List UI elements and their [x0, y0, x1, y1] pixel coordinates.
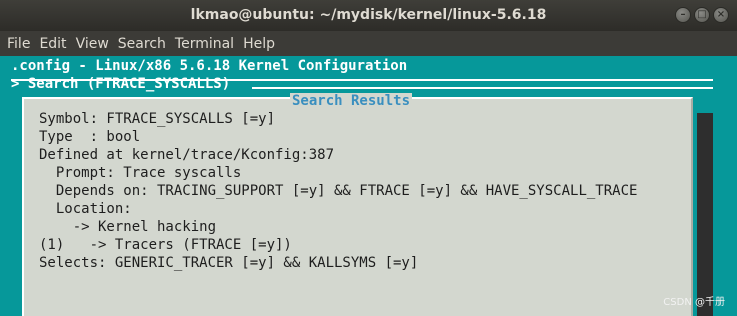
- menubar: File Edit View Search Terminal Help: [0, 31, 737, 56]
- result-line-selects: Selects: GENERIC_TRACER [=y] && KALLSYMS…: [39, 255, 419, 271]
- result-line-tracers[interactable]: (1) -> Tracers (FTRACE [=y]): [39, 237, 292, 253]
- result-line-kernel-hacking[interactable]: -> Kernel hacking: [39, 219, 216, 235]
- maximize-icon[interactable]: □: [694, 7, 710, 23]
- result-line-type: Type : bool: [39, 129, 141, 145]
- menu-file[interactable]: File: [7, 36, 30, 52]
- window-titlebar[interactable]: lkmao@ubuntu: ~/mydisk/kernel/linux-5.6.…: [0, 0, 737, 31]
- result-line-symbol: Symbol: FTRACE_SYSCALLS [=y]: [39, 111, 276, 127]
- terminal-area[interactable]: .config - Linux/x86 5.6.18 Kernel Config…: [0, 56, 737, 316]
- minimize-icon[interactable]: –: [675, 7, 691, 23]
- menu-view[interactable]: View: [76, 36, 109, 52]
- terminal-scrollbar[interactable]: [727, 56, 737, 316]
- menu-terminal[interactable]: Terminal: [175, 36, 234, 52]
- menu-edit[interactable]: Edit: [39, 36, 66, 52]
- window-controls: – □ ×: [675, 7, 729, 23]
- menu-search[interactable]: Search: [118, 36, 166, 52]
- search-breadcrumb: > Search (FTRACE_SYSCALLS): [11, 76, 231, 92]
- result-line-prompt: Prompt: Trace syscalls: [39, 165, 242, 181]
- dialog-shadow: [697, 113, 713, 316]
- config-header-line: .config - Linux/x86 5.6.18 Kernel Config…: [11, 58, 408, 74]
- breadcrumb-rule: [252, 87, 713, 89]
- window-title: lkmao@ubuntu: ~/mydisk/kernel/linux-5.6.…: [190, 7, 547, 23]
- close-icon[interactable]: ×: [713, 7, 729, 23]
- search-results-dialog: Search Results Symbol: FTRACE_SYSCALLS […: [22, 93, 693, 316]
- result-line-depends-on: Depends on: TRACING_SUPPORT [=y] && FTRA…: [39, 183, 638, 199]
- result-line-location: Location:: [39, 201, 132, 217]
- watermark: CSDN @千册: [663, 297, 725, 308]
- menu-help[interactable]: Help: [243, 36, 275, 52]
- dialog-title: Search Results: [290, 93, 413, 109]
- result-line-defined-at: Defined at kernel/trace/Kconfig:387: [39, 147, 335, 163]
